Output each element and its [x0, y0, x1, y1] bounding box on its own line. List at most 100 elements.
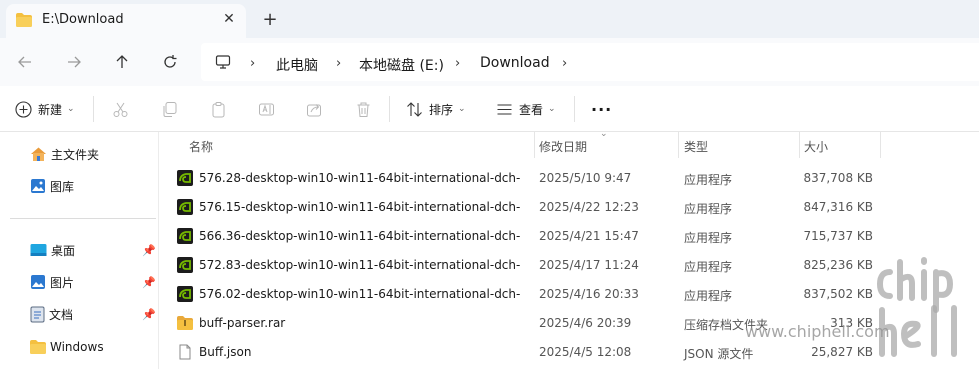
file-size: 25,827 KB	[811, 345, 873, 359]
gallery-icon	[31, 179, 45, 193]
paste-button[interactable]	[210, 96, 227, 122]
file-row[interactable]: 576.02-desktop-win10-win11-64bit-interna…	[159, 280, 979, 309]
file-date: 2025/4/6 20:39	[539, 316, 632, 330]
pin-icon: 📌	[142, 276, 156, 289]
file-size: 837,502 KB	[803, 287, 873, 301]
column-separator[interactable]	[534, 132, 535, 158]
chevron-down-icon: ⌄	[67, 104, 75, 114]
sidebar-item-windows[interactable]: Windows	[30, 336, 104, 358]
sort-button[interactable]: 排序 ⌄	[406, 96, 466, 122]
delete-button[interactable]	[355, 96, 372, 122]
up-button[interactable]	[110, 50, 134, 74]
close-icon[interactable]: ✕	[220, 10, 238, 28]
column-header-size[interactable]: 大小	[804, 132, 828, 158]
file-size: 837,708 KB	[803, 171, 873, 185]
sidebar-item-label: 主文件夹	[51, 147, 100, 162]
file-row[interactable]: 572.83-desktop-win10-win11-64bit-interna…	[159, 251, 979, 280]
sidebar-item-gallery[interactable]: 图库	[30, 175, 74, 197]
file-date: 2025/4/16 20:33	[539, 287, 639, 301]
address-bar-row: › 此电脑 › 本地磁盘 (E:) › Download ›	[0, 38, 979, 86]
column-separator[interactable]	[880, 132, 881, 158]
file-type: 应用程序	[684, 289, 733, 303]
more-options-button[interactable]: ···	[591, 96, 612, 122]
share-icon	[307, 103, 321, 116]
plus-circle-icon	[15, 100, 32, 118]
pictures-icon	[31, 275, 45, 289]
file-row[interactable]: Buff.json 2025/4/5 12:08 JSON 源文件 25,827…	[159, 338, 979, 367]
column-separator[interactable]	[678, 132, 679, 158]
file-row[interactable]: 576.28-desktop-win10-win11-64bit-interna…	[159, 164, 979, 193]
breadcrumb-separator: ›	[455, 56, 461, 71]
file-name: 576.28-desktop-win10-win11-64bit-interna…	[199, 171, 521, 185]
column-header-name[interactable]: 名称	[189, 132, 213, 158]
arrow-left-icon	[18, 56, 31, 68]
sidebar-item-pictures[interactable]: 图片	[30, 271, 74, 293]
tab-download[interactable]: E:\Download ✕	[6, 4, 246, 38]
toolbar-divider	[93, 96, 94, 122]
new-button-label: 新建	[38, 102, 63, 117]
back-button[interactable]	[13, 50, 37, 74]
desktop-icon	[30, 244, 47, 256]
view-button[interactable]: 查看 ⌄	[496, 96, 556, 122]
arrow-up-icon	[116, 55, 128, 68]
refresh-icon	[164, 55, 177, 68]
toolbar-divider	[574, 96, 575, 122]
pin-icon: 📌	[142, 244, 156, 257]
sidebar-divider	[10, 218, 156, 219]
sort-button-label: 排序	[429, 102, 454, 117]
breadcrumb-this-pc[interactable]: 此电脑	[276, 55, 318, 75]
refresh-button[interactable]	[158, 50, 182, 74]
view-button-label: 查看	[519, 102, 544, 117]
new-button[interactable]: 新建 ⌄	[15, 96, 75, 122]
nvidia-app-icon	[177, 286, 193, 302]
file-row[interactable]: 566.36-desktop-win10-win11-64bit-interna…	[159, 222, 979, 251]
tab-title: E:\Download	[42, 12, 124, 27]
home-icon	[31, 147, 46, 161]
sidebar-item-home[interactable]: 主文件夹	[30, 143, 99, 165]
column-header-date[interactable]: 修改日期	[539, 132, 587, 158]
file-size: 715,737 KB	[803, 229, 873, 243]
chevron-down-icon: ⌄	[548, 104, 556, 114]
file-date: 2025/4/5 12:08	[539, 345, 632, 359]
more-icon: ···	[591, 99, 613, 119]
file-name: buff-parser.rar	[199, 316, 286, 330]
nvidia-app-icon	[177, 170, 193, 186]
arrow-right-icon	[68, 56, 81, 68]
new-tab-button[interactable]: +	[260, 10, 280, 30]
file-type: JSON 源文件	[684, 347, 754, 361]
sidebar-item-label: 桌面	[51, 243, 76, 258]
cut-button[interactable]	[112, 96, 129, 122]
breadcrumb-download[interactable]: Download	[480, 55, 550, 71]
trash-icon	[357, 102, 370, 117]
toolbar-divider	[389, 96, 390, 122]
computer-icon	[215, 55, 231, 69]
sidebar-item-documents[interactable]: 文档	[30, 303, 73, 325]
breadcrumb-separator: ›	[562, 56, 568, 71]
view-list-icon	[497, 103, 512, 115]
rename-icon	[259, 103, 274, 115]
copy-button[interactable]	[161, 96, 178, 122]
sidebar-item-desktop[interactable]: 桌面	[30, 239, 75, 261]
navigation-pane: 主文件夹 图库 桌面 📌 图片 📌 文档 📌 Windows	[0, 132, 158, 369]
command-toolbar: 新建 ⌄ 排序 ⌄ 查看 ⌄ ···	[0, 86, 979, 132]
nvidia-app-icon	[177, 228, 193, 244]
folder-icon	[16, 13, 32, 27]
share-button[interactable]	[306, 96, 323, 122]
copy-icon	[163, 101, 177, 117]
file-date: 2025/4/22 12:23	[539, 200, 639, 214]
column-header-type[interactable]: 类型	[684, 132, 708, 158]
column-separator[interactable]	[799, 132, 800, 158]
tab-bar: E:\Download ✕ +	[0, 0, 979, 38]
rename-button[interactable]	[258, 96, 275, 122]
breadcrumb-drive-e[interactable]: 本地磁盘 (E:)	[359, 55, 444, 75]
watermark-url: www.chiphell.com	[745, 322, 890, 341]
address-box[interactable]: › 此电脑 › 本地磁盘 (E:) › Download ›	[201, 43, 979, 81]
chiphell-watermark-logo	[876, 257, 957, 357]
file-name: 576.02-desktop-win10-win11-64bit-interna…	[199, 287, 521, 301]
forward-button[interactable]	[62, 50, 86, 74]
file-name: 566.36-desktop-win10-win11-64bit-interna…	[199, 229, 521, 243]
file-type: 应用程序	[684, 202, 733, 216]
file-row[interactable]: 576.15-desktop-win10-win11-64bit-interna…	[159, 193, 979, 222]
sort-icon	[407, 101, 422, 117]
file-size: 825,236 KB	[803, 258, 873, 272]
